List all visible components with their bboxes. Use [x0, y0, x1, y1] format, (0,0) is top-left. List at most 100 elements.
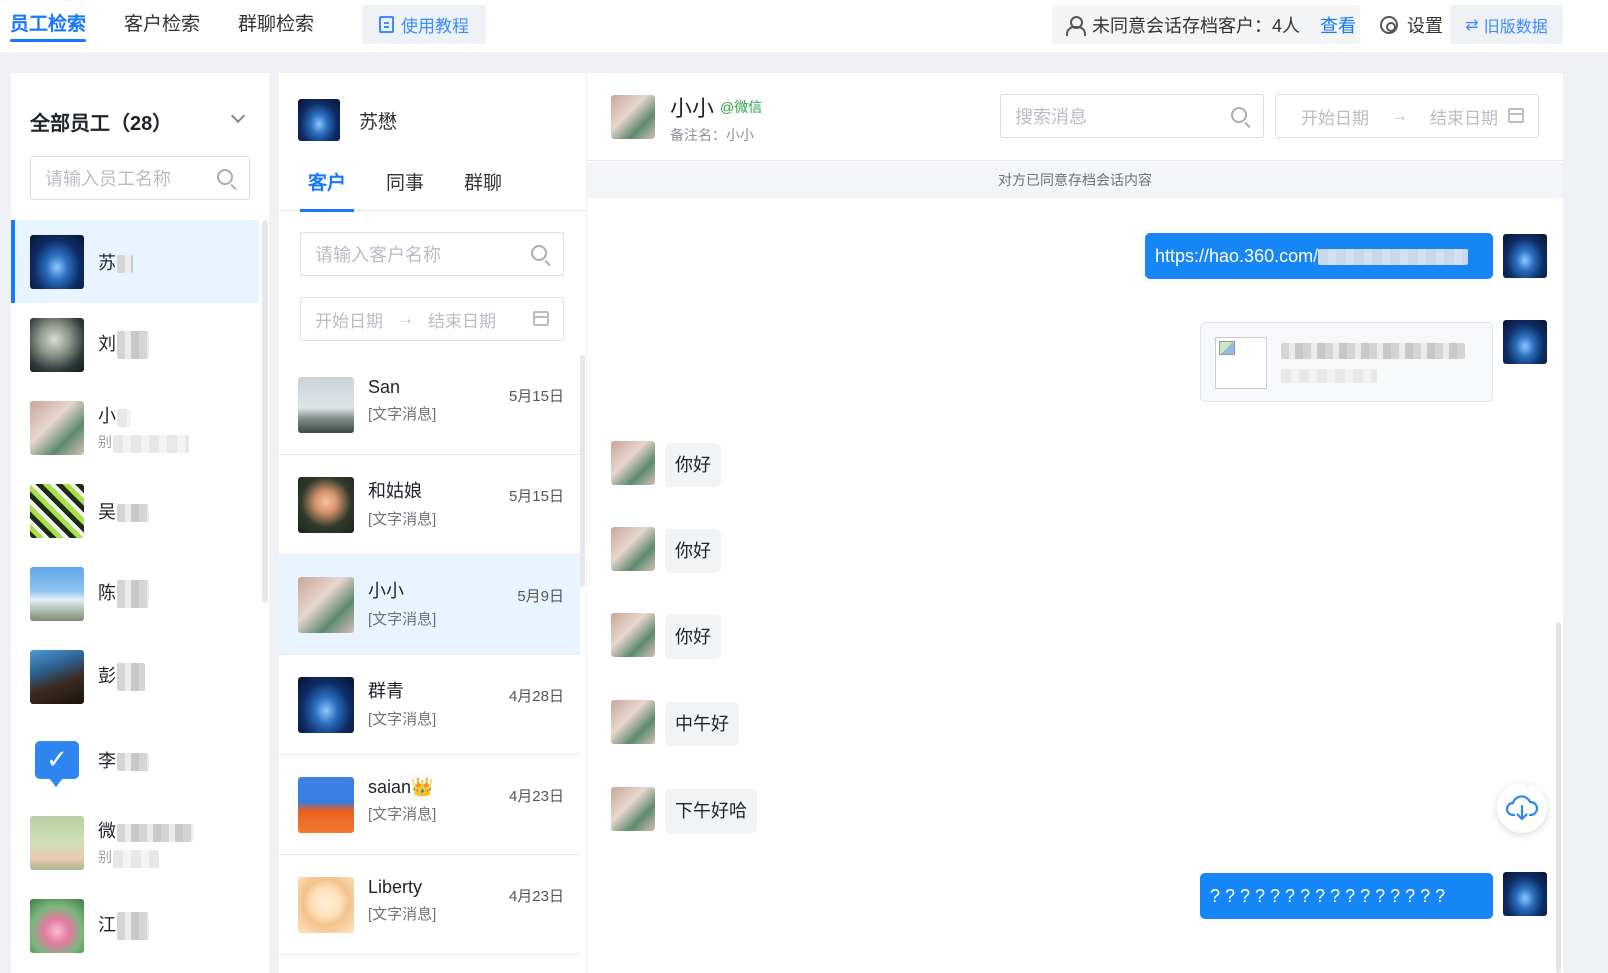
employee-item[interactable]: 刘: [11, 303, 259, 386]
employee-list-scrollbar[interactable]: [262, 220, 268, 603]
employee-item[interactable]: 微 别: [11, 801, 259, 884]
redacted-text: [117, 408, 131, 427]
redacted-text: [117, 331, 149, 360]
customer-panel: 苏懋 客户 同事 群聊 请输入客户名称 开始日期 → 结束日期 San [文字消…: [279, 73, 586, 973]
chat-scrollbar[interactable]: [1556, 622, 1561, 973]
employee-item[interactable]: 苏: [11, 220, 259, 303]
customer-item[interactable]: 和姑娘 [文字消息] 5月15日: [279, 455, 580, 555]
download-button[interactable]: [1497, 783, 1547, 833]
customer-item[interactable]: 小小 [文字消息] 5月9日: [279, 555, 580, 655]
tab-employee-search[interactable]: 员工检索: [10, 0, 87, 52]
employee-name: 苏: [98, 252, 116, 273]
message-bubble-outgoing[interactable]: ? ? ? ? ? ? ? ? ? ? ? ? ? ? ? ?: [1200, 873, 1493, 919]
avatar: [30, 317, 84, 372]
calendar-icon: [533, 311, 549, 326]
consent-banner: 对方已同意存档会话内容: [587, 162, 1563, 198]
search-icon[interactable]: [217, 169, 233, 185]
avatar: [30, 400, 84, 455]
message-bubble-incoming[interactable]: 你好: [665, 529, 721, 573]
redacted-text: [117, 663, 145, 692]
message-bubble-incoming[interactable]: 下午好哈: [665, 789, 757, 833]
message-text: https://hao.360.com/: [1155, 246, 1319, 266]
date-end: 结束日期: [1430, 108, 1498, 128]
customer-last-message: [文字消息]: [368, 806, 437, 823]
employee-name: 江: [98, 914, 116, 935]
tab-group-search[interactable]: 群聊检索: [238, 0, 314, 52]
employee-name: 李: [98, 750, 116, 771]
search-icon[interactable]: [531, 245, 547, 261]
redacted-text: [117, 254, 133, 273]
avatar: [298, 877, 354, 933]
avatar: [611, 700, 655, 744]
message-bubble-incoming[interactable]: 中午好: [665, 702, 739, 746]
old-data-label: 旧版数据: [1483, 18, 1548, 36]
search-icon[interactable]: [1231, 107, 1247, 123]
customer-item[interactable]: 群青 [文字消息] 4月28日: [279, 655, 580, 755]
view-unconsented-link[interactable]: 查看: [1320, 12, 1356, 38]
contact-remark: 备注名：小小: [670, 127, 754, 143]
tutorial-button[interactable]: 使用教程: [362, 5, 486, 44]
tab-customer-search[interactable]: 客户检索: [124, 0, 200, 52]
customer-search-placeholder: 请输入客户名称: [315, 245, 441, 265]
employee-item[interactable]: 吴: [11, 469, 259, 552]
settings-button[interactable]: 设置: [1380, 5, 1443, 44]
employee-name: 微: [98, 821, 116, 842]
employee-item[interactable]: 江: [11, 884, 259, 967]
employee-item[interactable]: 彭: [11, 635, 259, 718]
customer-last-message: [文字消息]: [368, 406, 437, 423]
message-search-input[interactable]: 搜索消息: [1000, 94, 1264, 138]
calendar-icon: [1508, 108, 1524, 123]
arrow-right-icon: →: [397, 309, 414, 328]
selected-employee: 苏懋: [298, 99, 397, 141]
redacted-text: [117, 752, 149, 771]
redacted-text: [117, 912, 149, 941]
chevron-down-icon[interactable]: [230, 108, 246, 124]
tab-colleagues[interactable]: 同事: [386, 165, 424, 211]
customer-name: 小小: [368, 581, 404, 601]
customer-item[interactable]: saian👑 [文字消息] 4月23日: [279, 755, 580, 855]
message-bubble-incoming[interactable]: 你好: [665, 615, 721, 659]
customer-name: saian👑: [368, 777, 434, 797]
message-list: https://hao.360.com/ 你好 你好 你好 中午好 下午好哈 ?…: [587, 198, 1563, 973]
employee-panel: 全部员工（28） 请输入员工名称 苏 刘 小 别 吴 陈 彭 ✓ 李 微 别 江: [11, 73, 269, 973]
avatar: [30, 898, 84, 953]
link-card-message[interactable]: [1200, 322, 1493, 402]
avatar: [611, 613, 655, 657]
avatar: [611, 787, 655, 831]
redacted-text: [117, 580, 149, 609]
tab-customers[interactable]: 客户: [299, 165, 355, 212]
employee-name: 小: [98, 406, 116, 427]
customer-last-message: [文字消息]: [368, 711, 437, 728]
customer-date: 5月15日: [508, 388, 564, 405]
employee-name: 吴: [98, 501, 116, 522]
customer-list-scrollbar[interactable]: [580, 355, 585, 587]
old-data-button[interactable]: ⇄ 旧版数据: [1450, 5, 1563, 44]
employee-search-placeholder: 请输入员工名称: [45, 169, 171, 189]
redacted-text: [1318, 249, 1469, 266]
settings-label: 设置: [1407, 15, 1443, 36]
cloud-download-icon: [1506, 795, 1538, 821]
avatar: [1503, 872, 1547, 916]
avatar: [30, 234, 84, 289]
message-bubble-incoming[interactable]: 你好: [665, 443, 721, 487]
employee-item[interactable]: ✓ 李: [11, 718, 259, 801]
tab-group-chats[interactable]: 群聊: [464, 165, 502, 211]
arrow-right-icon: →: [1391, 106, 1408, 125]
customer-date-range[interactable]: 开始日期 → 结束日期: [300, 297, 564, 341]
avatar: [1503, 234, 1547, 278]
customer-item[interactable]: San [文字消息] 5月15日: [279, 355, 580, 455]
employee-search-input[interactable]: 请输入员工名称: [30, 156, 250, 200]
customer-item[interactable]: Liberty [文字消息] 4月23日: [279, 855, 580, 955]
employee-list: 苏 刘 小 别 吴 陈 彭 ✓ 李 微 别 江: [11, 220, 259, 967]
employee-name: 刘: [98, 333, 116, 354]
message-bubble-outgoing[interactable]: https://hao.360.com/: [1145, 233, 1493, 279]
customer-search-input[interactable]: 请输入客户名称: [300, 232, 564, 276]
redacted-text: [117, 503, 149, 522]
chat-date-range[interactable]: 开始日期 → 结束日期: [1275, 94, 1539, 138]
employee-item[interactable]: 陈: [11, 552, 259, 635]
date-start: 开始日期: [1301, 108, 1369, 128]
unconsented-customers-box: 未同意会话存档客户：4人 查看: [1052, 5, 1360, 44]
employee-item[interactable]: 小 别: [11, 386, 259, 469]
top-nav: 员工检索 客户检索 群聊检索: [10, 0, 352, 52]
employee-name: 彭: [98, 665, 116, 686]
